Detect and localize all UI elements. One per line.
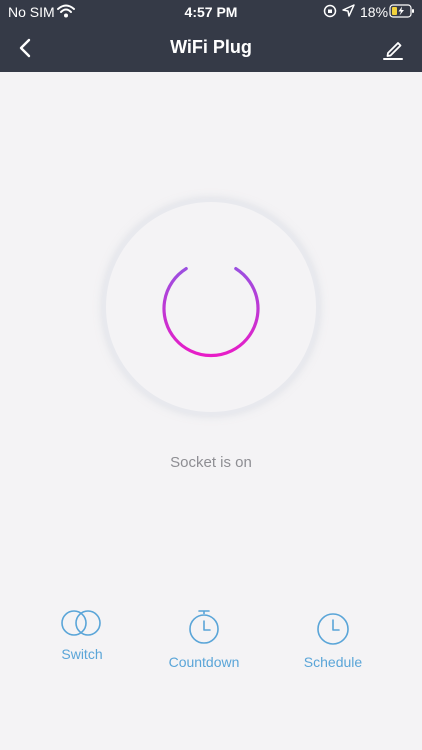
status-bar: No SIM 4:57 PM 18% — [0, 0, 422, 24]
orientation-lock-icon — [323, 4, 337, 18]
clock-icon — [317, 613, 349, 645]
schedule-button[interactable]: Schedule — [283, 608, 383, 688]
nav-bar: WiFi Plug — [0, 24, 422, 72]
schedule-label: Schedule — [303, 654, 363, 670]
switch-label: Switch — [61, 646, 103, 662]
edit-pencil-icon[interactable] — [380, 36, 406, 62]
location-arrow-icon — [342, 4, 355, 17]
countdown-label: Countdown — [168, 654, 240, 670]
clock-time: 4:57 PM — [184, 4, 238, 20]
battery-percentage: 18% — [360, 4, 389, 20]
page-title: WiFi Plug — [170, 37, 252, 57]
stopwatch-icon — [189, 610, 219, 644]
battery-charging-icon — [389, 4, 414, 18]
power-toggle-button[interactable] — [102, 198, 320, 416]
switch-toggle-icon — [61, 610, 101, 636]
switch-button[interactable]: Switch — [32, 608, 132, 688]
socket-status-text: Socket is on — [170, 454, 252, 471]
countdown-button[interactable]: Countdown — [154, 608, 254, 688]
header-bar: No SIM 4:57 PM 18% WiFi Plug — [0, 0, 422, 72]
